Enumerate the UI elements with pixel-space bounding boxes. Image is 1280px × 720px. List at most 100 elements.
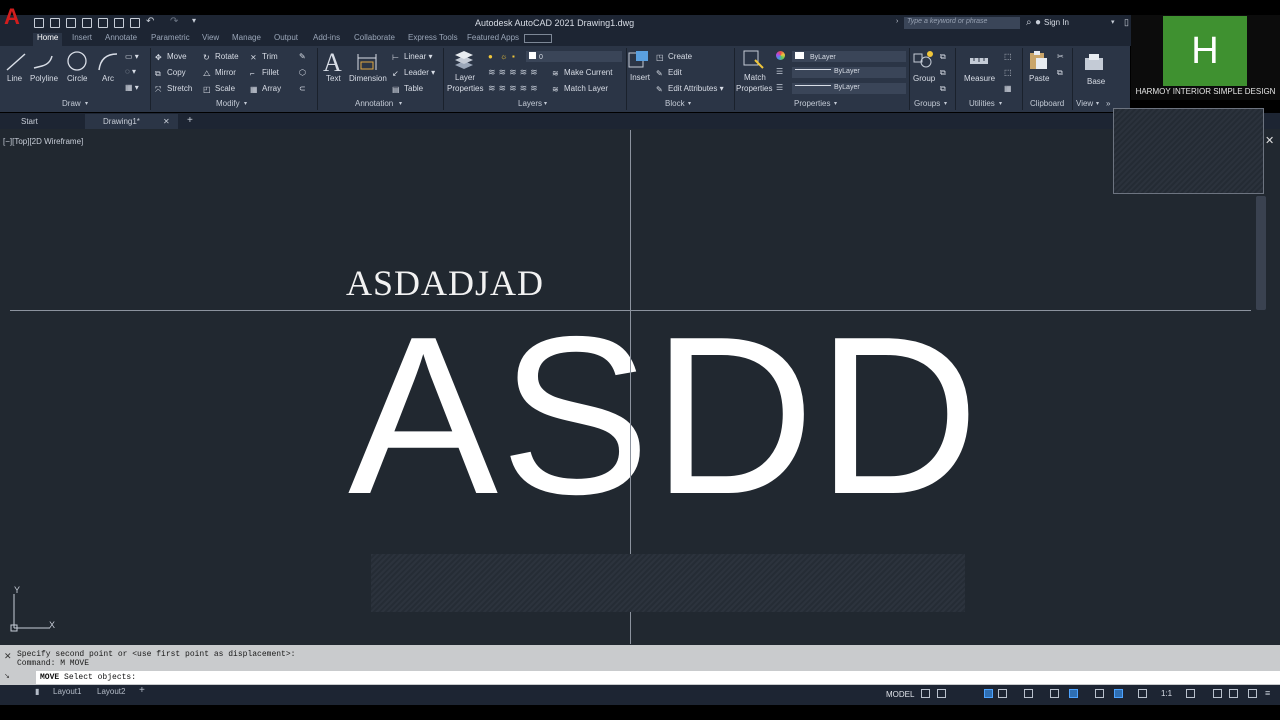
match-properties-label-2[interactable]: Properties xyxy=(736,84,772,93)
trim-button[interactable]: ⨯ Trim xyxy=(250,52,278,62)
tab-add-ins[interactable]: Add-ins xyxy=(313,33,340,42)
search-icon[interactable]: ⌕ xyxy=(1026,17,1032,28)
close-tab-icon[interactable]: ✕ xyxy=(163,117,170,126)
viewcube[interactable] xyxy=(1113,108,1264,194)
explode-icon[interactable]: ⬡ xyxy=(299,68,306,77)
utilities-panel-title[interactable]: Utilities xyxy=(969,99,995,108)
draw-panel-expand-icon[interactable]: ▾ xyxy=(85,100,88,107)
stretch-button[interactable]: ⤧ Stretch xyxy=(155,84,192,94)
table-button[interactable]: ▤ Table xyxy=(392,84,423,94)
lineweight-toggle-icon[interactable] xyxy=(1095,689,1104,698)
annotation-visibility-icon[interactable] xyxy=(1114,689,1123,698)
tab-manage[interactable]: Manage xyxy=(232,33,261,42)
save-as-icon[interactable] xyxy=(82,18,92,28)
expand-search-icon[interactable]: › xyxy=(896,18,898,25)
array-button[interactable]: ▦ Array xyxy=(250,84,281,94)
paste-button[interactable]: Paste xyxy=(1029,74,1049,83)
layer-tools-row-2[interactable]: ≋≋≋≋≋ xyxy=(488,83,541,94)
layer-properties-label-2[interactable]: Properties xyxy=(447,84,483,93)
annotation-panel-title[interactable]: Annotation xyxy=(355,99,393,108)
properties-panel-title[interactable]: Properties xyxy=(794,99,830,108)
open-web-icon[interactable] xyxy=(98,18,108,28)
gradient-icon[interactable]: ▦ ▾ xyxy=(125,83,139,92)
new-tab-button[interactable]: + xyxy=(187,115,193,126)
move-button[interactable]: ✥ Move xyxy=(155,52,187,62)
clipboard-panel-title[interactable]: Clipboard xyxy=(1030,99,1064,108)
fillet-button[interactable]: ⌐ Fillet xyxy=(250,68,279,78)
redo-icon[interactable]: ↷ xyxy=(170,16,178,27)
polyline-button[interactable]: Polyline xyxy=(30,74,58,83)
circle-button[interactable]: Circle xyxy=(67,74,87,83)
new-file-icon[interactable] xyxy=(34,18,44,28)
scale-button[interactable]: ◰ Scale xyxy=(203,84,235,94)
linetype-dropdown[interactable]: ByLayer xyxy=(792,83,906,94)
grid-icon[interactable] xyxy=(921,689,930,698)
layer-tools-row-1[interactable]: ≋≋≋≋≋ xyxy=(488,67,541,78)
color-dropdown[interactable]: ByLayer xyxy=(792,51,906,62)
text-button[interactable]: Text xyxy=(326,74,341,83)
copy-clip-icon[interactable]: ⧉ xyxy=(1057,68,1063,78)
utilities-panel-expand-icon[interactable]: ▾ xyxy=(999,100,1002,107)
rectangle-icon[interactable]: ▭ ▾ xyxy=(125,52,139,61)
view-panel-expand-icon[interactable]: ▾ xyxy=(1096,100,1099,107)
select-all-icon[interactable]: ⬚ xyxy=(1004,68,1012,77)
lineweight-dropdown[interactable]: ByLayer xyxy=(792,67,906,78)
model-space-toggle[interactable]: MODEL xyxy=(886,690,914,699)
tab-output[interactable]: Output xyxy=(274,33,298,42)
line-button[interactable]: Line xyxy=(7,74,22,83)
layers-panel-title[interactable]: Layers xyxy=(518,99,542,108)
edit-attributes-button[interactable]: ✎ Edit Attributes ▾ xyxy=(656,84,724,94)
view-panel-title[interactable]: View xyxy=(1076,99,1093,108)
offset-icon[interactable]: ⊂ xyxy=(299,84,306,93)
plot-icon[interactable] xyxy=(130,18,140,28)
rotate-button[interactable]: ↻ Rotate xyxy=(203,52,239,62)
annotation-panel-expand-icon[interactable]: ▾ xyxy=(399,100,402,107)
dimension-button[interactable]: Dimension xyxy=(349,74,387,83)
properties-panel-expand-icon[interactable]: ▾ xyxy=(834,100,837,107)
model-tab-marker[interactable]: ▮ xyxy=(35,687,39,696)
layer-properties-label-1[interactable]: Layer xyxy=(455,73,475,82)
cart-icon[interactable]: ▯ xyxy=(1124,17,1129,28)
isometric-icon[interactable] xyxy=(1024,689,1033,698)
command-line-close-icon[interactable]: ✕ xyxy=(4,651,12,662)
tab-insert[interactable]: Insert xyxy=(72,33,92,42)
linear-dropdown[interactable]: ⊢ Linear ▾ xyxy=(392,52,433,62)
undo-icon[interactable]: ↶ xyxy=(146,16,154,27)
make-current-button[interactable]: ≋ Make Current xyxy=(552,68,612,78)
tab-parametric[interactable]: Parametric xyxy=(151,33,190,42)
autocad-logo-icon[interactable]: A xyxy=(4,4,26,32)
create-block-button[interactable]: ◳ Create xyxy=(656,52,692,62)
mirror-button[interactable]: ⧍ Mirror xyxy=(203,68,236,78)
tab-start[interactable]: Start xyxy=(21,117,38,126)
workspace-gear-icon[interactable] xyxy=(1186,689,1195,698)
object-snap-tracking-icon[interactable] xyxy=(1050,689,1059,698)
measure-button[interactable]: Measure xyxy=(964,74,995,83)
match-properties-label-1[interactable]: Match xyxy=(744,73,766,82)
modify-panel-title[interactable]: Modify xyxy=(216,99,240,108)
annotation-monitor-icon[interactable] xyxy=(1213,689,1222,698)
cut-icon[interactable]: ✂ xyxy=(1057,52,1064,61)
layer-dropdown[interactable]: 0 xyxy=(526,51,622,62)
tab-layout2[interactable]: Layout2 xyxy=(97,687,125,696)
help-search-input[interactable]: Type a keyword or phrase xyxy=(904,17,1020,29)
leader-dropdown[interactable]: ↙ Leader ▾ xyxy=(392,68,435,78)
isolate-objects-icon[interactable] xyxy=(1229,689,1238,698)
tab-annotate[interactable]: Annotate xyxy=(105,33,137,42)
command-input[interactable]: MOVE Select objects: xyxy=(36,671,1280,684)
drawing-text-large[interactable]: ASDD xyxy=(348,303,981,528)
ribbon-overflow-icon[interactable]: » xyxy=(1106,99,1110,108)
modify-panel-expand-icon[interactable]: ▾ xyxy=(244,100,247,107)
close-icon[interactable]: ✕ xyxy=(1265,134,1274,147)
group-edit-icon[interactable]: ⧉ xyxy=(940,68,946,78)
copy-button[interactable]: ⧉ Copy xyxy=(155,68,186,78)
annotation-scale[interactable]: 1:1 xyxy=(1161,689,1172,698)
object-snap-icon[interactable] xyxy=(1069,689,1078,698)
viewport-controls[interactable]: [−][Top][2D Wireframe] xyxy=(3,137,83,146)
ungroup-icon[interactable]: ⧉ xyxy=(940,52,946,62)
tab-express-tools[interactable]: Express Tools xyxy=(408,33,458,42)
block-panel-expand-icon[interactable]: ▾ xyxy=(688,100,691,107)
command-line-customize-icon[interactable]: ↘ xyxy=(4,672,10,680)
ribbon-minimize-icon[interactable] xyxy=(524,34,552,43)
customize-quick-access-icon[interactable]: ▾ xyxy=(192,16,196,25)
layers-panel-expand-icon[interactable]: ▾ xyxy=(544,100,547,107)
